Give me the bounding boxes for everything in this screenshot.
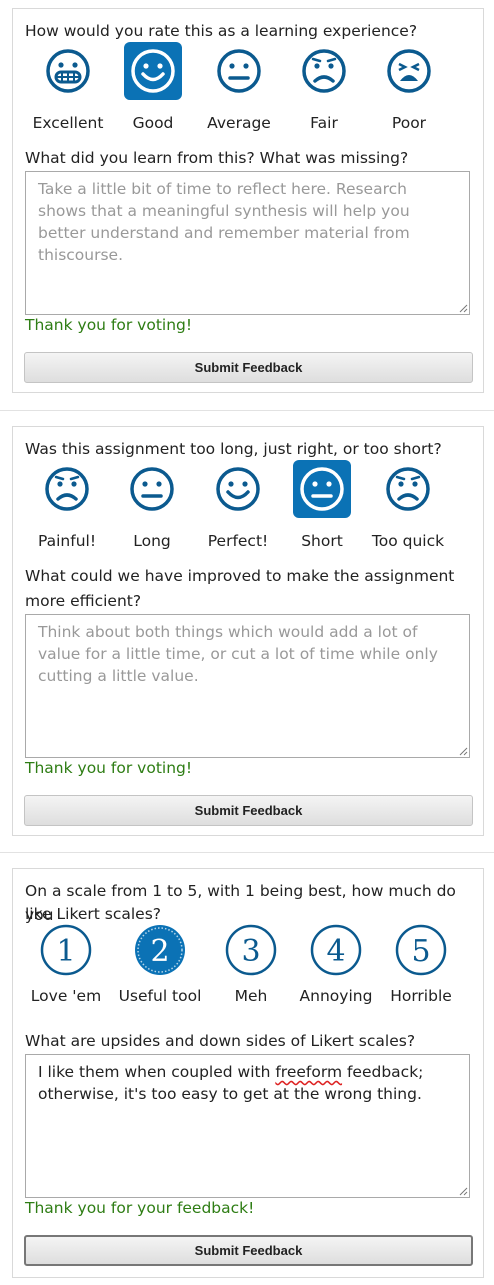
section-divider bbox=[0, 852, 494, 853]
textarea-value-part: I like them when coupled with bbox=[38, 1063, 276, 1081]
thank-you-message: Thank you for voting! bbox=[25, 759, 193, 777]
feedback-prompt-line-2: more efficient? bbox=[25, 592, 142, 610]
rating-option-label: Good bbox=[132, 114, 174, 132]
grin-icon bbox=[39, 42, 97, 100]
resize-grip-icon[interactable] bbox=[459, 747, 468, 756]
rating-option-label: Long bbox=[133, 532, 171, 550]
rating-option-good[interactable]: Good bbox=[110, 42, 196, 132]
frown-icon bbox=[379, 460, 437, 518]
rating-option-label: Painful! bbox=[37, 532, 97, 550]
number-one-icon: 1 bbox=[37, 921, 95, 979]
likert-number: 4 bbox=[326, 934, 345, 969]
feedback-textarea[interactable]: Take a little bit of time to reflect her… bbox=[25, 171, 470, 315]
rating-option-too-quick[interactable]: Too quick bbox=[365, 460, 451, 550]
likert-option-3[interactable]: 3 Meh bbox=[208, 921, 294, 1005]
textarea-placeholder: Take a little bit of time to reflect her… bbox=[38, 180, 410, 264]
misspelled-word: freeform bbox=[275, 1063, 343, 1081]
frown-icon bbox=[295, 42, 353, 100]
feedback-prompt: What did you learn from this? What was m… bbox=[25, 149, 409, 167]
thank-you-message: Thank you for voting! bbox=[25, 316, 193, 334]
neutral-face-icon bbox=[123, 460, 181, 518]
likert-option-label: Annoying bbox=[299, 987, 373, 1005]
feedback-textarea[interactable]: Think about both things which would add … bbox=[25, 614, 470, 758]
question-title: How would you rate this as a learning ex… bbox=[25, 22, 418, 40]
number-three-icon: 3 bbox=[222, 921, 280, 979]
rating-option-label: Fair bbox=[310, 114, 338, 132]
crying-face-icon bbox=[380, 42, 438, 100]
rating-option-label: Perfect! bbox=[207, 532, 269, 550]
likert-option-label: Meh bbox=[234, 987, 268, 1005]
textarea-placeholder: Think about both things which would add … bbox=[38, 623, 438, 685]
learning-experience-panel: How would you rate this as a learning ex… bbox=[12, 8, 484, 393]
feedback-prompt-line-1: What could we have improved to make the … bbox=[25, 567, 455, 585]
resize-grip-icon[interactable] bbox=[459, 1187, 468, 1196]
submit-feedback-button[interactable]: Submit Feedback bbox=[24, 1235, 473, 1266]
submit-feedback-button[interactable]: Submit Feedback bbox=[24, 795, 473, 826]
rating-option-label: Too quick bbox=[371, 532, 445, 550]
likert-option-5[interactable]: 5 Horrible bbox=[378, 921, 464, 1005]
neutral-face-icon bbox=[210, 42, 268, 100]
rating-option-average[interactable]: Average bbox=[196, 42, 282, 132]
rating-option-excellent[interactable]: Excellent bbox=[25, 42, 111, 132]
likert-number: 5 bbox=[411, 934, 430, 969]
question-title: Was this assignment too long, just right… bbox=[25, 440, 442, 458]
likert-panel: On a scale from 1 to 5, with 1 being bes… bbox=[12, 868, 484, 1278]
likert-number: 1 bbox=[56, 934, 75, 969]
smile-icon bbox=[124, 42, 182, 100]
resize-grip-icon[interactable] bbox=[459, 304, 468, 313]
number-five-icon: 5 bbox=[392, 921, 450, 979]
submit-feedback-button[interactable]: Submit Feedback bbox=[24, 352, 473, 383]
likert-number: 2 bbox=[150, 934, 169, 969]
rating-option-fair[interactable]: Fair bbox=[281, 42, 367, 132]
smile-icon bbox=[209, 460, 267, 518]
rating-option-label: Poor bbox=[391, 114, 427, 132]
rating-option-painful[interactable]: Painful! bbox=[24, 460, 110, 550]
likert-option-4[interactable]: 4 Annoying bbox=[293, 921, 379, 1005]
thank-you-message: Thank you for your feedback! bbox=[25, 1199, 255, 1217]
number-four-icon: 4 bbox=[307, 921, 365, 979]
rating-option-label: Excellent bbox=[32, 114, 104, 132]
rating-option-label: Average bbox=[207, 114, 271, 132]
likert-option-label: Horrible bbox=[390, 987, 452, 1005]
rating-option-long[interactable]: Long bbox=[109, 460, 195, 550]
frown-icon bbox=[38, 460, 96, 518]
rating-option-short[interactable]: Short bbox=[279, 460, 365, 550]
section-divider bbox=[0, 410, 494, 411]
number-two-icon: 2 bbox=[131, 921, 189, 979]
assignment-length-panel: Was this assignment too long, just right… bbox=[12, 426, 484, 836]
likert-option-label: Love 'em bbox=[30, 987, 102, 1005]
neutral-face-icon bbox=[293, 460, 351, 518]
rating-option-label: Short bbox=[301, 532, 343, 550]
feedback-prompt: What are upsides and down sides of Liker… bbox=[25, 1032, 416, 1050]
rating-option-poor[interactable]: Poor bbox=[366, 42, 452, 132]
feedback-textarea[interactable]: I like them when coupled with freeform f… bbox=[25, 1054, 470, 1198]
rating-option-perfect[interactable]: Perfect! bbox=[195, 460, 281, 550]
likert-number: 3 bbox=[241, 934, 260, 969]
likert-option-1[interactable]: 1 Love 'em bbox=[23, 921, 109, 1005]
likert-option-label: Useful tool bbox=[118, 987, 202, 1005]
likert-option-2[interactable]: 2 Useful tool bbox=[117, 921, 203, 1005]
